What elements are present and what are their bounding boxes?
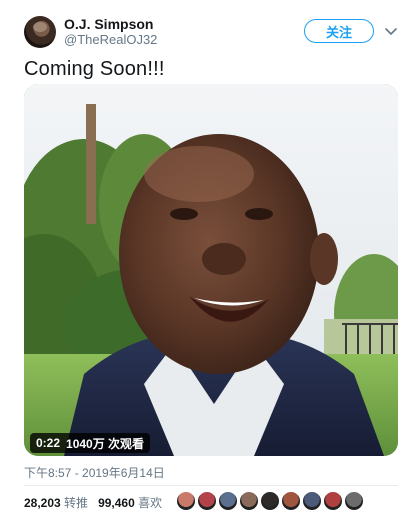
tweet-stats: 28,203 转推 99,460 喜欢 — [24, 494, 162, 511]
liker-avatar[interactable] — [344, 491, 364, 511]
tweet-timestamp[interactable]: 下午8:57 - 2019年6月14日 — [24, 464, 165, 481]
video-player[interactable] — [24, 84, 398, 456]
user-avatar[interactable] — [24, 16, 56, 48]
divider — [24, 485, 398, 486]
liker-avatar[interactable] — [323, 491, 343, 511]
likes-stat[interactable]: 99,460 喜欢 — [98, 496, 162, 510]
liker-avatar[interactable] — [302, 491, 322, 511]
liker-avatar[interactable] — [260, 491, 280, 511]
liker-avatar[interactable] — [176, 491, 196, 511]
video-duration: 0:22 — [36, 436, 61, 450]
retweets-stat[interactable]: 28,203 转推 — [24, 496, 88, 510]
video-views: 1040万 次观看 — [66, 436, 145, 451]
chevron-down-icon[interactable] — [384, 24, 398, 38]
tweet-card: O.J. Simpson @TheRealOJ32 关注 Coming Soon… — [0, 0, 419, 518]
retweets-count: 28,203 — [24, 496, 61, 510]
likes-count: 99,460 — [98, 496, 135, 510]
liker-avatar[interactable] — [239, 491, 259, 511]
user-name[interactable]: O.J. Simpson — [64, 16, 153, 32]
user-handle[interactable]: @TheRealOJ32 — [64, 32, 157, 47]
liker-avatar[interactable] — [197, 491, 217, 511]
liker-avatar[interactable] — [218, 491, 238, 511]
tweet-text: Coming Soon!!! — [24, 58, 165, 80]
liker-avatar[interactable] — [281, 491, 301, 511]
likers-avatars[interactable] — [176, 491, 365, 511]
video-thumbnail — [24, 84, 398, 456]
retweets-label: 转推 — [64, 496, 89, 510]
follow-button[interactable]: 关注 — [304, 19, 374, 43]
likes-label: 喜欢 — [138, 496, 163, 510]
video-info-badge: 0:22 1040万 次观看 — [30, 433, 151, 453]
